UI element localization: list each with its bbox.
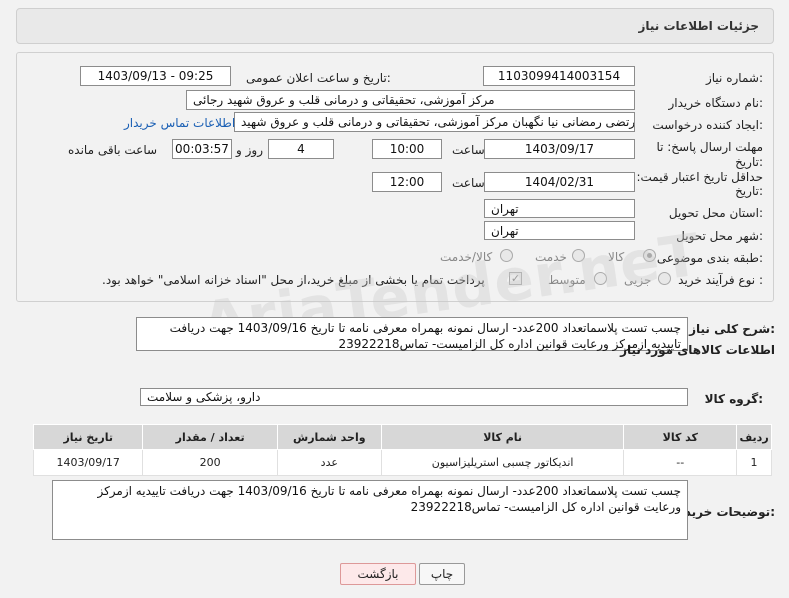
price-validity-time: 12:00 [372, 172, 442, 192]
col-need-date: تاریخ نیاز [32, 424, 144, 450]
col-unit: واحد شمارش [276, 424, 382, 450]
reply-time-label: ساعت [452, 143, 485, 157]
requester-field: مرتضی رمضانی نیا نگهبان مرکز آموزشی، تحق… [234, 112, 635, 132]
col-goods-code: کد کالا [623, 424, 738, 450]
price-validity-label-2: تاریخ: [735, 184, 763, 198]
goods-section-title: اطلاعات کالاهای مورد نیاز [620, 343, 775, 357]
remaining-time-field: 00:03:57 [172, 139, 232, 159]
category-radio-goods[interactable] [643, 249, 656, 262]
category-label: طبقه بندی موضوعی: [656, 251, 763, 265]
cell-row-number: 1 [736, 449, 772, 476]
purchase-radio-minor[interactable] [658, 272, 671, 285]
category-radio-service[interactable] [572, 249, 585, 262]
purchase-option-minor: جزیی [624, 273, 652, 287]
announce-datetime-field: 1403/09/13 - 09:25 [80, 66, 231, 86]
buyer-org-field: مرکز آموزشی، تحقیقاتی و درمانی قلب و عرو… [186, 90, 635, 110]
goods-group-label: گروه کالا: [704, 392, 763, 406]
reply-deadline-label-2: تاریخ: [735, 155, 763, 169]
buyer-notes-field: چسب تست پلاسماتعداد 200عدد- ارسال نمونه … [52, 480, 688, 540]
cell-unit: عدد [276, 449, 382, 476]
back-button[interactable]: بازگشت [340, 563, 416, 585]
reply-deadline-label: مهلت ارسال پاسخ: تا [656, 140, 763, 154]
col-row-number: ردیف [736, 424, 772, 450]
reply-deadline-date: 1403/09/17 [484, 139, 635, 159]
col-goods-name: نام کالا [380, 424, 625, 450]
treasury-checkbox-text: پرداخت تمام یا بخشی از مبلغ خرید،از محل … [102, 273, 485, 287]
province-label: استان محل تحویل: [668, 206, 763, 220]
cell-goods-name: اندیکاتور چسبی استریلیزاسیون [380, 449, 625, 476]
page-title-bar: جزئیات اطلاعات نیاز [16, 8, 774, 44]
buyer-contact-link[interactable]: اطلاعات تماس خریدار [124, 116, 235, 130]
category-radio-goods-service[interactable] [500, 249, 513, 262]
price-validity-label: حداقل تاریخ اعتبار قیمت: تا [625, 170, 763, 184]
need-number-field: 1103099414003154 [483, 66, 635, 86]
category-option-service: خدمت [535, 250, 567, 264]
province-field: تهران [484, 199, 635, 218]
print-button[interactable]: چاپ [419, 563, 465, 585]
category-option-goods-service: کالا/خدمت [440, 250, 493, 264]
table-row: 1 -- اندیکاتور چسبی استریلیزاسیون عدد 20… [32, 449, 772, 476]
goods-table-header: ردیف کد کالا نام کالا واحد شمارش تعداد /… [32, 424, 772, 450]
goods-group-field: دارو، پزشکی و سلامت [140, 388, 688, 406]
buyer-org-label: نام دستگاه خریدار: [668, 96, 764, 110]
city-field: تهران [484, 221, 635, 240]
cell-quantity: 200 [142, 449, 278, 476]
treasury-checkbox[interactable]: ✓ [509, 272, 522, 285]
purchase-radio-medium[interactable] [594, 272, 607, 285]
remaining-time-label: ساعت باقی مانده [68, 143, 158, 157]
purchase-type-label: نوع فرآیند خرید : [678, 273, 763, 287]
city-label: شهر محل تحویل: [676, 229, 763, 243]
days-label: روز و [236, 143, 263, 157]
requester-label: ایجاد کننده درخواست: [652, 118, 763, 132]
category-option-goods: کالا [608, 250, 625, 264]
remaining-days-field: 4 [268, 139, 334, 159]
reply-deadline-time: 10:00 [372, 139, 442, 159]
general-description-field: چسب تست پلاسماتعداد 200عدد- ارسال نمونه … [136, 317, 688, 351]
goods-table: ردیف کد کالا نام کالا واحد شمارش تعداد /… [32, 424, 772, 476]
purchase-option-medium: متوسط [548, 273, 586, 287]
page-title: جزئیات اطلاعات نیاز [638, 19, 759, 33]
cell-need-date: 1403/09/17 [32, 449, 144, 476]
price-time-label: ساعت [452, 176, 485, 190]
need-number-label: شماره نیاز: [705, 71, 763, 85]
col-quantity: تعداد / مقدار [142, 424, 278, 450]
price-validity-date: 1404/02/31 [484, 172, 635, 192]
cell-goods-code: -- [623, 449, 738, 476]
general-description-label: شرح کلی نیاز: [689, 322, 775, 336]
announce-datetime-label: تاریخ و ساعت اعلان عمومی: [246, 71, 391, 85]
buyer-notes-label: توضیحات خریدار: [673, 505, 775, 519]
